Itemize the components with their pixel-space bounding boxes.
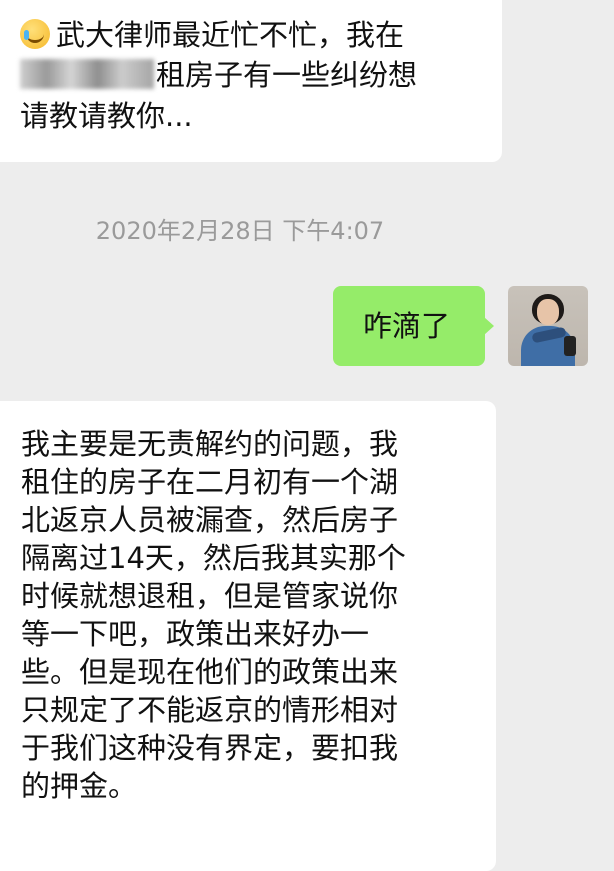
outgoing-bubble-tail bbox=[484, 317, 494, 335]
message-line: 等一下吧，政策出来好办一 bbox=[21, 617, 370, 651]
message-line: 租房子有一些纠纷想 bbox=[20, 54, 480, 97]
avatar-bag-shape bbox=[564, 336, 576, 356]
facepalm-emoji-icon bbox=[20, 19, 50, 49]
avatar-face-shape bbox=[537, 299, 559, 325]
outgoing-message-bubble[interactable]: 咋滴了 bbox=[333, 286, 485, 366]
avatar[interactable] bbox=[508, 286, 588, 366]
message-line: 隔离过14天，然后我其实那个 bbox=[21, 541, 406, 575]
message-line: 租住的房子在二月初有一个湖 bbox=[21, 465, 399, 499]
message-line: 只规定了不能返京的情形相对 bbox=[21, 693, 399, 727]
message-line: 武大律师最近忙不忙，我在 bbox=[20, 16, 480, 54]
message-line: 我主要是无责解约的问题，我 bbox=[21, 427, 399, 461]
message-line: 时候就想退租，但是管家说你 bbox=[21, 579, 399, 613]
message-line: 北返京人员被漏查，然后房子 bbox=[21, 503, 399, 537]
message-line: 请教请教你... bbox=[20, 99, 193, 133]
message-line: 的押金。 bbox=[21, 769, 138, 803]
incoming-message-bubble-2[interactable]: 我主要是无责解约的问题，我 租住的房子在二月初有一个湖 北返京人员被漏查，然后房… bbox=[0, 401, 496, 871]
blurred-redaction bbox=[20, 59, 154, 89]
incoming-message-bubble-1[interactable]: 武大律师最近忙不忙，我在 租房子有一些纠纷想 请教请教你... bbox=[0, 0, 502, 162]
message-line: 些。但是现在他们的政策出来 bbox=[21, 655, 399, 689]
message-line: 于我们这种没有界定，要扣我 bbox=[21, 731, 399, 765]
chat-timestamp: 2020年2月28日 下午4:07 bbox=[95, 217, 385, 245]
